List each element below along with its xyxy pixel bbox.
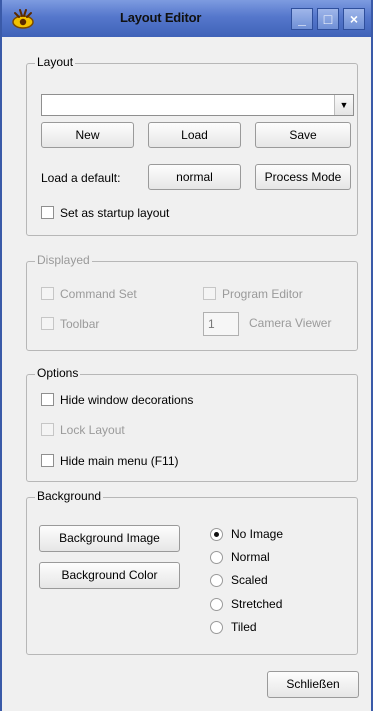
checkbox-box[interactable] [41,287,54,301]
lock-layout-checkbox[interactable]: Lock Layout [41,422,125,438]
eye-icon [12,9,34,29]
checkbox-box[interactable] [41,317,54,331]
background-color-button[interactable]: Background Color [39,562,180,589]
background-image-button[interactable]: Background Image [39,525,180,552]
hide-main-menu-label: Hide main menu (F11) [60,453,179,468]
background-group-title: Background [35,489,104,503]
radio-label: Tiled [231,620,257,634]
maximize-button[interactable]: □ [317,8,339,30]
process-mode-button[interactable]: Process Mode [255,164,351,190]
load-button[interactable]: Load [148,122,241,148]
chevron-down-icon[interactable]: ▼ [334,95,353,115]
checkbox-box[interactable] [41,206,54,220]
background-group: Background Background Image Background C… [26,489,358,655]
checkbox-box[interactable] [41,454,54,468]
checkbox-box[interactable] [41,423,54,437]
hide-window-decorations-checkbox[interactable]: Hide window decorations [41,392,193,408]
radio-label: Normal [231,550,270,564]
radio-label: No Image [231,527,284,541]
radio-label: Stretched [231,597,283,611]
layout-select[interactable]: ▼ [41,94,354,116]
toolbar-checkbox[interactable]: Toolbar [41,316,99,332]
radio-label: Scaled [231,573,268,587]
command-set-checkbox[interactable]: Command Set [41,286,137,302]
new-button[interactable]: New [41,122,134,148]
minimize-button[interactable]: _ [291,8,313,30]
checkbox-box[interactable] [41,393,54,407]
radio-normal[interactable]: Normal [210,550,270,568]
radio-button[interactable] [210,598,223,612]
close-dialog-button[interactable]: Schließen [267,671,359,698]
layout-group-title: Layout [35,55,76,69]
radio-no-image[interactable]: No Image [210,527,283,545]
layout-group: Layout ▼ New Load Save Load a default: n… [26,55,358,236]
radio-button[interactable] [210,551,223,565]
close-button[interactable]: × [343,8,365,30]
options-group: Options Hide window decorations Lock Lay… [26,366,358,482]
radio-tiled[interactable]: Tiled [210,620,257,638]
camera-count-input[interactable]: 1 [203,312,239,336]
radio-stretched[interactable]: Stretched [210,597,282,615]
window-title: Layout Editor [120,10,202,25]
toolbar-label: Toolbar [60,316,100,331]
radio-button[interactable] [210,528,223,542]
startup-layout-label: Set as startup layout [60,205,170,220]
hide-window-decorations-label: Hide window decorations [60,392,194,407]
displayed-group-title: Displayed [35,253,92,267]
hide-main-menu-checkbox[interactable]: Hide main menu (F11) [41,453,179,469]
checkbox-box[interactable] [203,287,216,301]
save-button[interactable]: Save [255,122,351,148]
command-set-label: Command Set [60,286,137,301]
normal-button[interactable]: normal [148,164,241,190]
startup-layout-checkbox[interactable]: Set as startup layout [41,205,169,221]
title-bar[interactable]: Layout Editor _ □ × [2,0,371,37]
options-group-title: Options [35,366,81,380]
radio-button[interactable] [210,574,223,588]
load-default-label: Load a default: [41,171,121,185]
layout-editor-window: Layout Editor _ □ × Layout ▼ New Load Sa… [0,0,373,711]
program-editor-checkbox[interactable]: Program Editor [203,286,303,302]
radio-scaled[interactable]: Scaled [210,573,268,591]
program-editor-label: Program Editor [222,286,303,301]
displayed-group: Displayed Command Set Program Editor Too… [26,253,358,351]
lock-layout-label: Lock Layout [60,422,125,437]
radio-button[interactable] [210,621,223,635]
camera-viewer-label: Camera Viewer [249,316,332,330]
